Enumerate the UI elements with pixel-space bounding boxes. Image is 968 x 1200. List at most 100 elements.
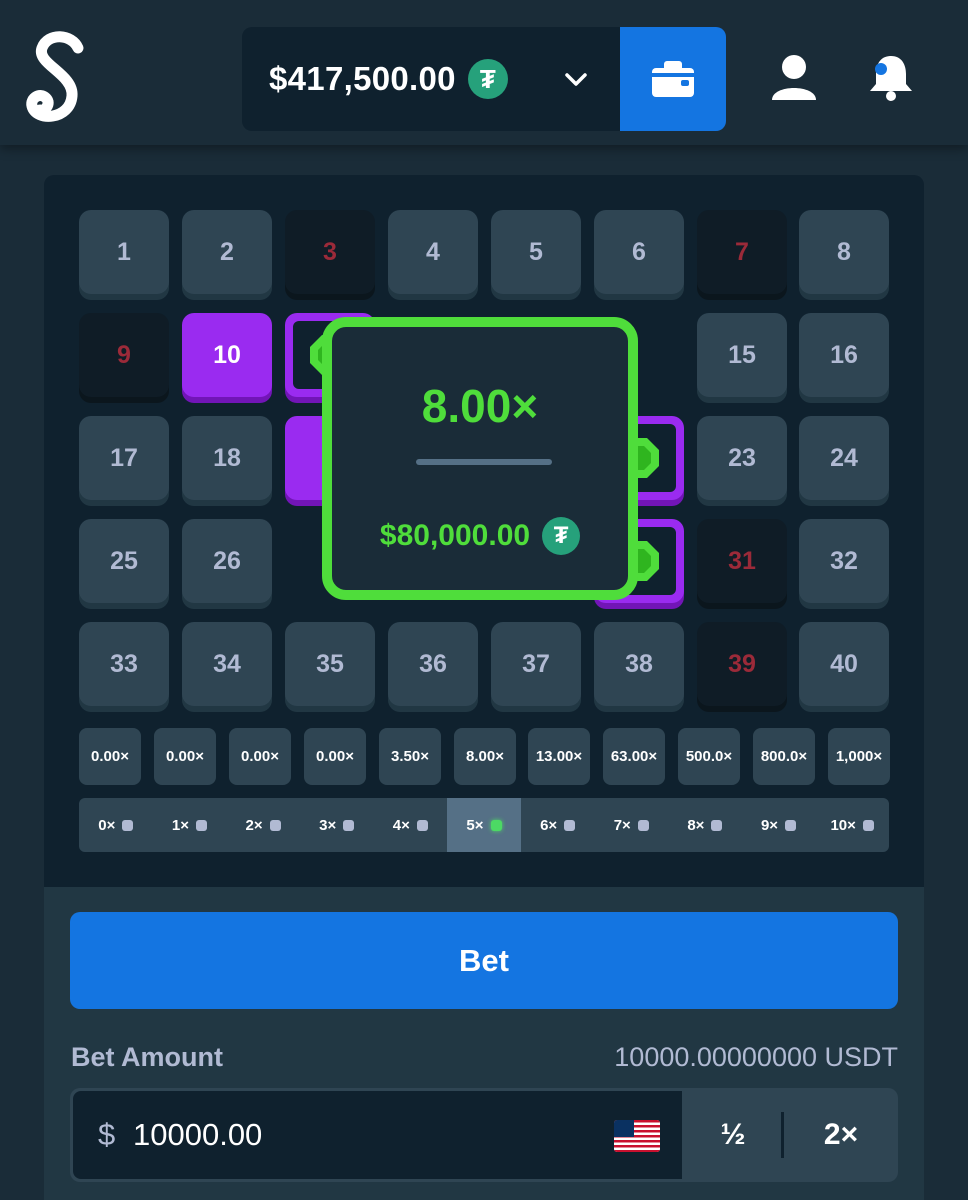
hits-count-10: 10× [815, 798, 889, 852]
payout-multiplier: 0.00× [304, 728, 366, 785]
hits-label: 9× [760, 816, 779, 834]
tile-9[interactable]: 9 [79, 313, 169, 397]
tile-32[interactable]: 32 [799, 519, 889, 603]
payout-multiplier: 63.00× [603, 728, 665, 785]
tile-number: 5 [529, 237, 543, 266]
hits-label: 4× [392, 816, 410, 834]
tile-6[interactable]: 6 [594, 210, 684, 294]
tile-25[interactable]: 25 [79, 519, 169, 603]
stake-logo[interactable] [22, 26, 92, 130]
balance-selector[interactable]: $417,500.00 ₮ [242, 27, 622, 131]
payout-multiplier: 0.00× [229, 728, 291, 785]
tile-number: 40 [830, 649, 858, 678]
win-amount: $80,000.00 [379, 519, 531, 552]
tether-icon: ₮ [542, 517, 581, 555]
half-button[interactable]: ½ [682, 1088, 784, 1182]
tile-number: 10 [213, 340, 241, 369]
win-amount-row: $80,000.00 ₮ [332, 517, 628, 555]
tile-40[interactable]: 40 [799, 622, 889, 706]
tile-3[interactable]: 3 [285, 210, 375, 294]
hits-count-0: 0× [79, 798, 153, 852]
notification-bell-icon[interactable] [864, 50, 918, 104]
tile-number: 1 [117, 237, 131, 266]
tile-37[interactable]: 37 [491, 622, 581, 706]
tile-number: 26 [213, 546, 241, 575]
hits-count-1: 1× [153, 798, 227, 852]
tile-38[interactable]: 38 [594, 622, 684, 706]
tile-number: 32 [830, 546, 858, 575]
tile-16[interactable]: 16 [799, 313, 889, 397]
tile-number: 25 [110, 546, 138, 575]
tile-15[interactable]: 15 [697, 313, 787, 397]
tile-10[interactable]: 10 [182, 313, 272, 397]
hits-label: 5× [466, 816, 484, 834]
bet-amount-label: Bet Amount [71, 1042, 223, 1072]
tile-24[interactable]: 24 [799, 416, 889, 500]
tile-number: 24 [830, 443, 858, 472]
hits-count-2: 2× [226, 798, 300, 852]
gem-indicator-icon [711, 819, 723, 831]
payout-multiplier: 500.0× [678, 728, 740, 785]
tile-35[interactable]: 35 [285, 622, 375, 706]
hits-count-6: 6× [521, 798, 595, 852]
tile-23[interactable]: 23 [697, 416, 787, 500]
payout-multiplier: 0.00× [79, 728, 141, 785]
win-popup: 8.00× $80,000.00 ₮ [322, 317, 638, 600]
tile-7[interactable]: 7 [697, 210, 787, 294]
tile-number: 35 [316, 649, 344, 678]
tile-number: 8 [837, 237, 851, 266]
user-icon[interactable] [768, 52, 820, 104]
hits-label: 10× [830, 816, 856, 834]
tile-number: 36 [419, 649, 447, 678]
tile-number: 23 [728, 443, 756, 472]
tile-number: 6 [632, 237, 646, 266]
tile-number: 38 [625, 649, 653, 678]
bet-amount-value: 10000.00 [133, 1117, 263, 1152]
payout-multiplier: 8.00× [454, 728, 516, 785]
tile-31[interactable]: 31 [697, 519, 787, 603]
tile-number: 2 [220, 237, 234, 266]
top-header: $417,500.00 ₮ [0, 0, 968, 145]
balance-amount: $417,500.00 [269, 60, 456, 97]
hits-label: 7× [613, 816, 631, 834]
hits-label: 3× [319, 816, 337, 834]
wallet-button[interactable] [620, 27, 726, 131]
tile-18[interactable]: 18 [182, 416, 272, 500]
tile-39[interactable]: 39 [697, 622, 787, 706]
payout-multiplier: 0.00× [154, 728, 216, 785]
tile-33[interactable]: 33 [79, 622, 169, 706]
hits-bar: 0× 1× 2× 3× 4× 5× 6× 7× 8× 9× 10× [79, 798, 889, 852]
bet-button[interactable]: Bet [70, 912, 898, 1009]
tile-26[interactable]: 26 [182, 519, 272, 603]
tile-8[interactable]: 8 [799, 210, 889, 294]
tile-number: 33 [110, 649, 138, 678]
popup-divider [416, 459, 552, 465]
tile-36[interactable]: 36 [388, 622, 478, 706]
hits-label: 1× [171, 816, 189, 834]
double-button[interactable]: 2× [784, 1088, 898, 1182]
tile-number: 15 [728, 340, 756, 369]
hits-count-9: 9× [742, 798, 816, 852]
hits-count-8: 8× [668, 798, 742, 852]
tile-number: 4 [426, 237, 440, 266]
payout-multiplier: 800.0× [753, 728, 815, 785]
hits-count-5: 5× [447, 798, 521, 852]
tile-5[interactable]: 5 [491, 210, 581, 294]
bet-amount-group: $ 10000.00 ½ 2× [70, 1088, 898, 1182]
gem-indicator-icon [785, 819, 797, 831]
tile-17[interactable]: 17 [79, 416, 169, 500]
hits-label: 6× [540, 816, 558, 834]
tile-4[interactable]: 4 [388, 210, 478, 294]
chevron-down-icon[interactable] [562, 65, 590, 93]
gem-indicator-icon [862, 819, 874, 831]
tile-1[interactable]: 1 [79, 210, 169, 294]
tile-number: 3 [323, 237, 337, 266]
win-multiplier: 8.00× [421, 380, 539, 432]
gem-indicator-icon [195, 819, 207, 831]
gem-indicator-icon [490, 819, 502, 831]
bet-amount-input[interactable]: $ 10000.00 [73, 1091, 682, 1179]
tile-34[interactable]: 34 [182, 622, 272, 706]
tether-icon: ₮ [467, 59, 508, 99]
tile-number: 39 [728, 649, 756, 678]
tile-2[interactable]: 2 [182, 210, 272, 294]
